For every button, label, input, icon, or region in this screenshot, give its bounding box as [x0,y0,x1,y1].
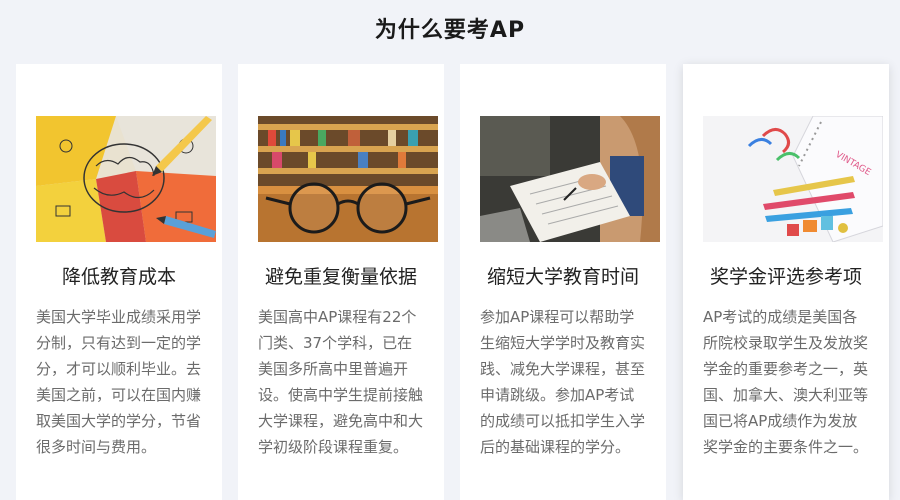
glasses-library-image [258,116,438,242]
section-title: 为什么要考AP [374,18,526,43]
student-writing-notebook-image [480,116,660,242]
card-title: 降低教育成本 [61,266,176,288]
card-description: 参加AP课程可以帮助学生缩短大学学时及教育实践、减免大学课程，甚至申请跳级。参加… [480,308,646,456]
reason-card: 降低教育成本 美国大学毕业成绩采用学分制，只有达到一定的学分，才可以顺利毕业。去… [16,64,222,500]
card-description: 美国高中AP课程有22个门类、37个学科，已在美国多所高中里普遍开设。使高中学生… [258,308,424,456]
reason-card: 避免重复衡量依据 美国高中AP课程有22个门类、37个学科，已在美国多所高中里普… [238,64,444,500]
stationery-notebook-image: VINTAGE [703,116,883,242]
reason-card: 缩短大学教育时间 参加AP课程可以帮助学生缩短大学学时及教育实践、减免大学课程，… [460,64,666,500]
card-title: 奖学金评选参考项 [709,266,862,288]
brain-puzzle-pencils-image [36,116,216,242]
card-description: 美国大学毕业成绩采用学分制，只有达到一定的学分，才可以顺利毕业。去美国之前，可以… [36,308,202,456]
reason-card: VINTAGE 奖学金评选参考项 AP考试的成绩是美国各所院校录取学生及发放奖学… [683,64,889,500]
card-title: 缩短大学教育时间 [486,266,639,288]
card-title: 避免重复衡量依据 [264,266,417,288]
card-description: AP考试的成绩是美国各所院校录取学生及发放奖学金的重要参考之一，英国、加拿大、澳… [703,308,869,456]
